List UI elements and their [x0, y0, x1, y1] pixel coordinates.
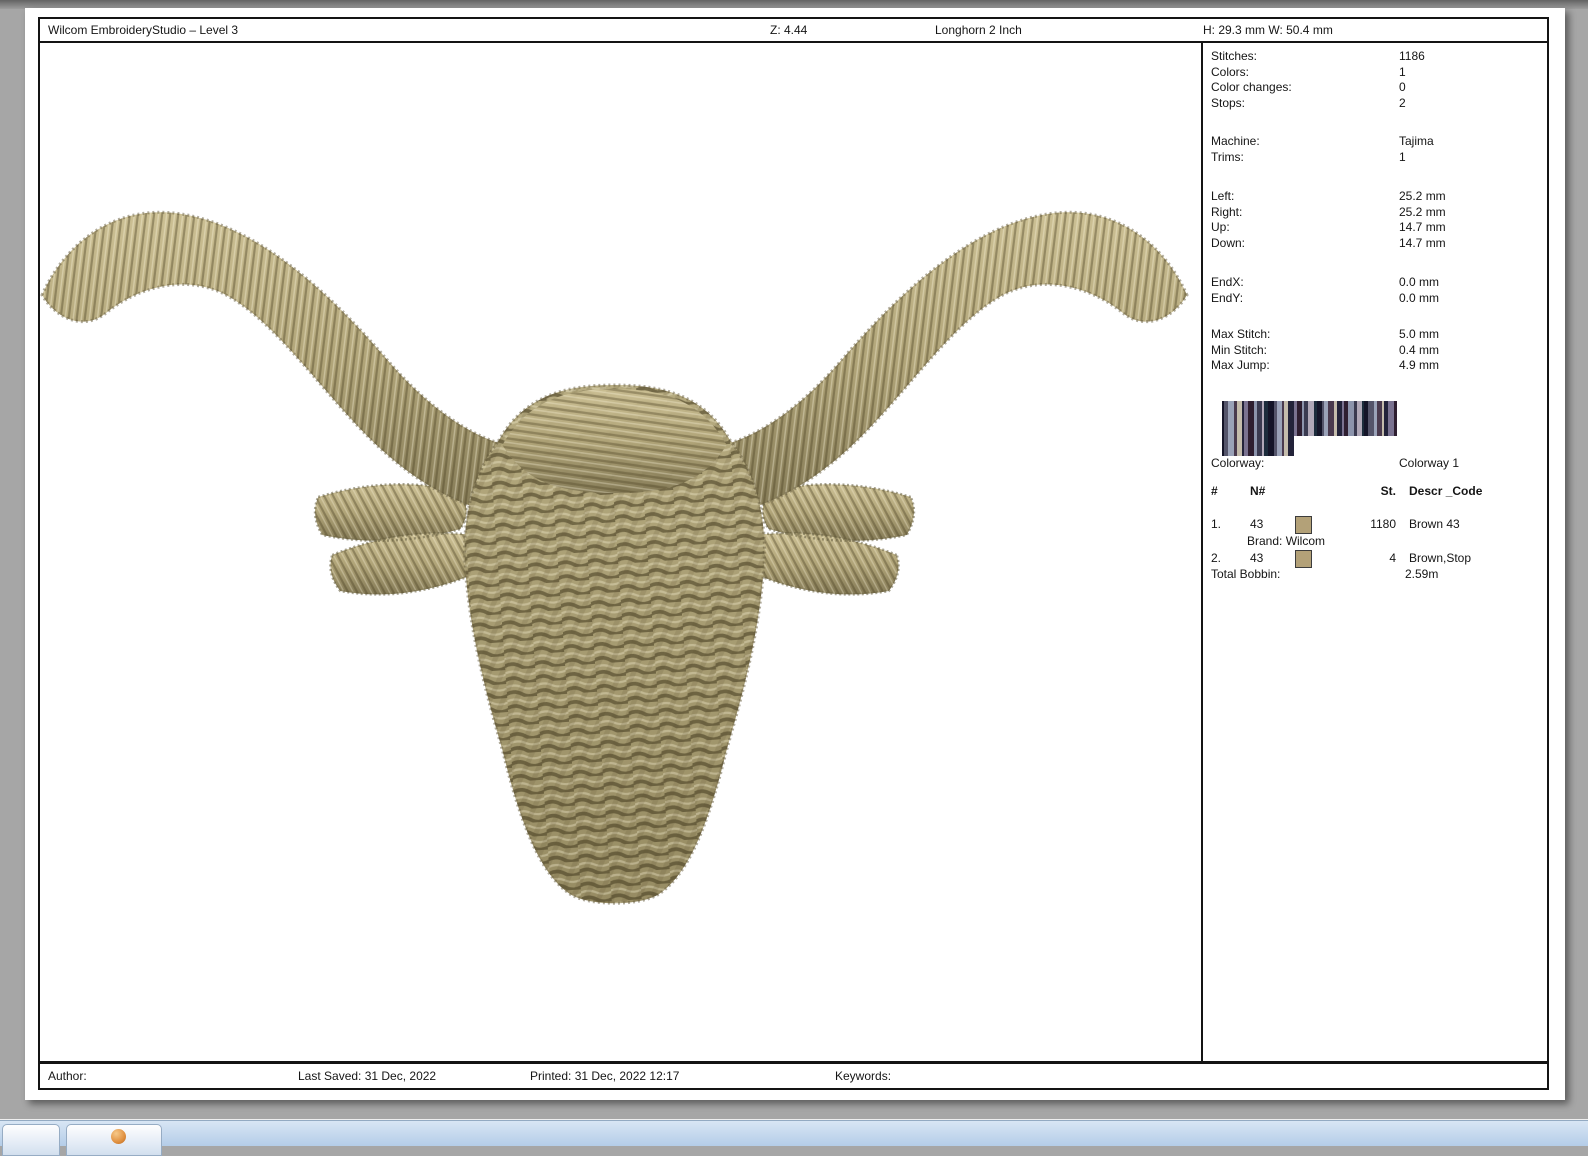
row-stitches: 1180: [1370, 517, 1396, 531]
stats-group-end: EndX: 0.0 mm EndY: 0.0 mm: [1211, 275, 1541, 306]
stats-group-counts: Stitches: 1186 Colors: 1 Color changes: 0 S…: [1211, 49, 1541, 112]
stat-value: 0.0 mm: [1399, 290, 1440, 305]
stat-value: 25.2 mm: [1399, 189, 1446, 203]
printed-label: Printed: 31 Dec, 2022 12:17: [530, 1069, 680, 1083]
stat-row: Machine: Tajima: [1211, 134, 1541, 150]
taskbar-button-start[interactable]: [2, 1124, 60, 1156]
stat-row: Right: 25.2 mm: [1211, 205, 1541, 221]
skull: [463, 383, 766, 905]
row-stitches: 4: [1389, 551, 1396, 565]
color-table-row: 1. 43 1180 Brown 43: [1211, 516, 1543, 534]
taskbar: [0, 1120, 1588, 1156]
preview-header: Wilcom EmbroideryStudio – Level 3 Z: 4.4…: [40, 19, 1547, 43]
design-barcode: [1222, 401, 1442, 456]
design-canvas: [40, 43, 1201, 1061]
stat-value: 14.7 mm: [1399, 236, 1446, 251]
stat-label: Max Jump:: [1211, 358, 1270, 373]
keywords-label: Keywords:: [835, 1069, 892, 1083]
stat-row: Color changes: 0: [1211, 80, 1541, 96]
stat-value: 1: [1399, 64, 1406, 79]
stat-label: Max Stitch:: [1211, 327, 1271, 341]
stat-label: Down:: [1211, 236, 1246, 251]
stat-value: 0.0 mm: [1399, 275, 1440, 289]
color-table: # N# St. Descr _Code 1. 43 1180 Brown 43…: [1211, 483, 1543, 593]
preview-footer: Author: Last Saved: 31 Dec, 2022 Printed…: [40, 1061, 1547, 1088]
stat-value: 1186: [1399, 49, 1425, 63]
stats-group-extents: Left: 25.2 mm Right: 25.2 mm Up: 14.7 mm Do…: [1211, 189, 1541, 252]
stat-value: 1: [1399, 149, 1406, 164]
stat-label: Stops:: [1211, 96, 1246, 111]
row-descr: Brown 43: [1409, 517, 1460, 531]
stat-label: EndX:: [1211, 275, 1244, 289]
stat-row: Up: 14.7 mm: [1211, 220, 1541, 236]
total-bobbin-value: 2.59m: [1405, 567, 1439, 581]
stats-group-machine: Machine: Tajima Trims: 1: [1211, 134, 1541, 165]
total-bobbin-row: Total Bobbin: 2.59m: [1211, 566, 1543, 583]
stat-label: EndY:: [1211, 290, 1244, 305]
row-needle: 43: [1250, 517, 1264, 531]
stat-row: Left: 25.2 mm: [1211, 189, 1541, 205]
stat-value: Tajima: [1399, 134, 1434, 148]
brand-row: Brand: Wilcom: [1211, 533, 1543, 550]
stat-label: Right:: [1211, 204, 1243, 219]
brand-label: Brand: Wilcom: [1247, 534, 1326, 548]
design-name: Longhorn 2 Inch: [935, 23, 1022, 37]
total-bobbin-label: Total Bobbin:: [1211, 567, 1281, 581]
stat-label: Machine:: [1211, 134, 1260, 148]
stat-row: Min Stitch: 0.4 mm: [1211, 343, 1541, 359]
app-icon: [111, 1129, 126, 1144]
colorway-value: Colorway 1: [1399, 456, 1460, 470]
thread-swatch: [1295, 516, 1312, 534]
col-header-descr: Descr _Code: [1409, 484, 1483, 498]
stat-row: EndY: 0.0 mm: [1211, 291, 1541, 307]
row-needle: 43: [1250, 551, 1264, 565]
stat-value: 0.4 mm: [1399, 342, 1440, 357]
taskbar-button-app[interactable]: [66, 1124, 162, 1156]
stat-row: Colors: 1: [1211, 65, 1541, 81]
stat-row: Max Stitch: 5.0 mm: [1211, 327, 1541, 343]
stats-panel: Stitches: 1186 Colors: 1 Color changes: 0 S…: [1201, 43, 1547, 1061]
stat-label: Trims:: [1211, 149, 1244, 164]
stats-group-stitch-limits: Max Stitch: 5.0 mm Min Stitch: 0.4 mm Max …: [1211, 327, 1541, 374]
stat-row: EndX: 0.0 mm: [1211, 275, 1541, 291]
zoom-level-label: Z: 4.44: [770, 23, 808, 37]
stat-label: Colors:: [1211, 64, 1250, 79]
stat-value: 14.7 mm: [1399, 220, 1446, 235]
colorway-label: Colorway:: [1211, 456, 1265, 470]
stat-label: Up:: [1211, 220, 1230, 235]
col-header-needle: N#: [1250, 484, 1266, 498]
stat-value: 25.2 mm: [1399, 204, 1446, 219]
row-num: 1.: [1211, 517, 1222, 531]
stat-label: Left:: [1211, 189, 1235, 203]
barcode-row-top: [1222, 401, 1442, 436]
page-frame: Wilcom EmbroideryStudio – Level 3 Z: 4.4…: [38, 17, 1549, 1090]
author-label: Author:: [48, 1069, 87, 1083]
barcode-row-bottom: [1222, 436, 1312, 456]
stat-row: Stitches: 1186: [1211, 49, 1541, 65]
stat-row: Stops: 2: [1211, 96, 1541, 112]
stat-label: Stitches:: [1211, 49, 1258, 63]
stat-label: Min Stitch:: [1211, 342, 1268, 357]
app-title: Wilcom EmbroideryStudio – Level 3: [48, 23, 239, 37]
color-table-header: # N# St. Descr _Code: [1211, 483, 1543, 500]
print-preview-page: Wilcom EmbroideryStudio – Level 3 Z: 4.4…: [25, 8, 1565, 1100]
last-saved-label: Last Saved: 31 Dec, 2022: [298, 1069, 437, 1083]
col-header-num: #: [1211, 484, 1218, 498]
row-num: 2.: [1211, 551, 1222, 565]
design-size-label: H: 29.3 mm W: 50.4 mm: [1203, 23, 1333, 37]
stat-value: 2: [1399, 96, 1406, 111]
stat-value: 0: [1399, 80, 1406, 95]
stat-row: Down: 14.7 mm: [1211, 236, 1541, 252]
stat-value: 5.0 mm: [1399, 327, 1440, 341]
colorway-row: Colorway: Colorway 1: [1211, 455, 1541, 471]
col-header-st: St.: [1380, 484, 1396, 498]
stat-row: Trims: 1: [1211, 150, 1541, 166]
stat-value: 4.9 mm: [1399, 358, 1440, 373]
stat-row: Max Jump: 4.9 mm: [1211, 358, 1541, 374]
stat-label: Color changes:: [1211, 80, 1292, 95]
color-table-row: 2. 43 4 Brown,Stop: [1211, 550, 1543, 568]
row-descr: Brown,Stop: [1409, 551, 1472, 565]
longhorn-design: [40, 210, 1189, 905]
